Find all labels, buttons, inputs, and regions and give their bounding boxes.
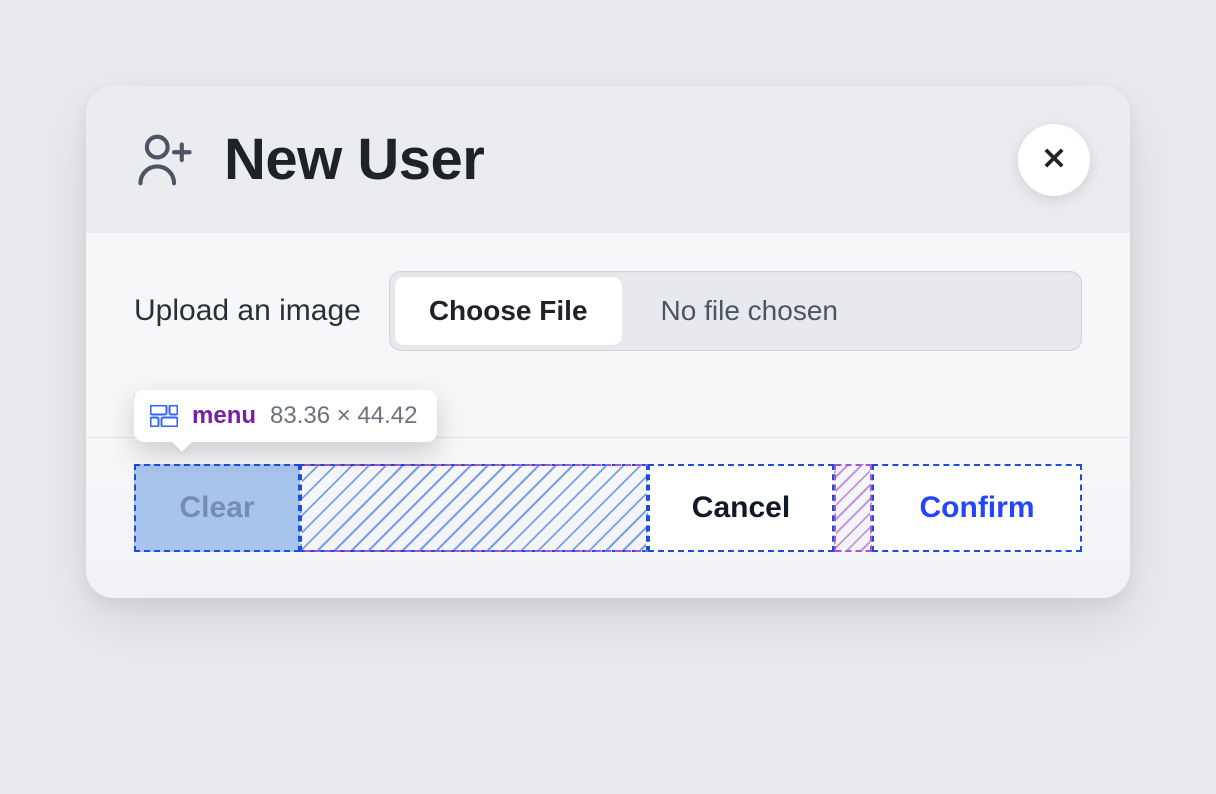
flex-gap xyxy=(834,464,872,552)
dialog-footer: menu 83.36 × 44.42 Clear Cancel Confirm xyxy=(86,437,1130,598)
close-button[interactable] xyxy=(1018,124,1090,196)
clear-button[interactable]: Clear xyxy=(134,464,300,552)
file-status-text: No file chosen xyxy=(627,272,1081,350)
upload-label: Upload an image xyxy=(134,294,361,328)
inspector-tooltip: menu 83.36 × 44.42 xyxy=(134,390,437,442)
cancel-button-label: Cancel xyxy=(692,491,790,525)
cancel-button[interactable]: Cancel xyxy=(648,464,834,552)
button-row-flex: Clear Cancel Confirm xyxy=(134,464,1082,552)
file-input-wrap: Choose File No file chosen xyxy=(389,271,1082,351)
confirm-button[interactable]: Confirm xyxy=(872,464,1082,552)
user-plus-icon xyxy=(134,129,196,191)
flex-icon xyxy=(150,405,178,427)
inspector-tag: menu xyxy=(192,402,256,430)
dialog-header: New User xyxy=(86,86,1130,233)
new-user-dialog: New User Upload an image Choose File No … xyxy=(86,86,1130,598)
clear-button-label: Clear xyxy=(179,491,254,525)
confirm-button-label: Confirm xyxy=(920,491,1035,525)
flex-grow-space xyxy=(300,464,648,552)
dialog-title: New User xyxy=(224,126,484,193)
upload-row: Upload an image Choose File No file chos… xyxy=(134,271,1082,351)
close-icon xyxy=(1040,144,1068,175)
choose-file-button[interactable]: Choose File xyxy=(394,276,623,346)
inspector-dimensions: 83.36 × 44.42 xyxy=(270,402,417,430)
